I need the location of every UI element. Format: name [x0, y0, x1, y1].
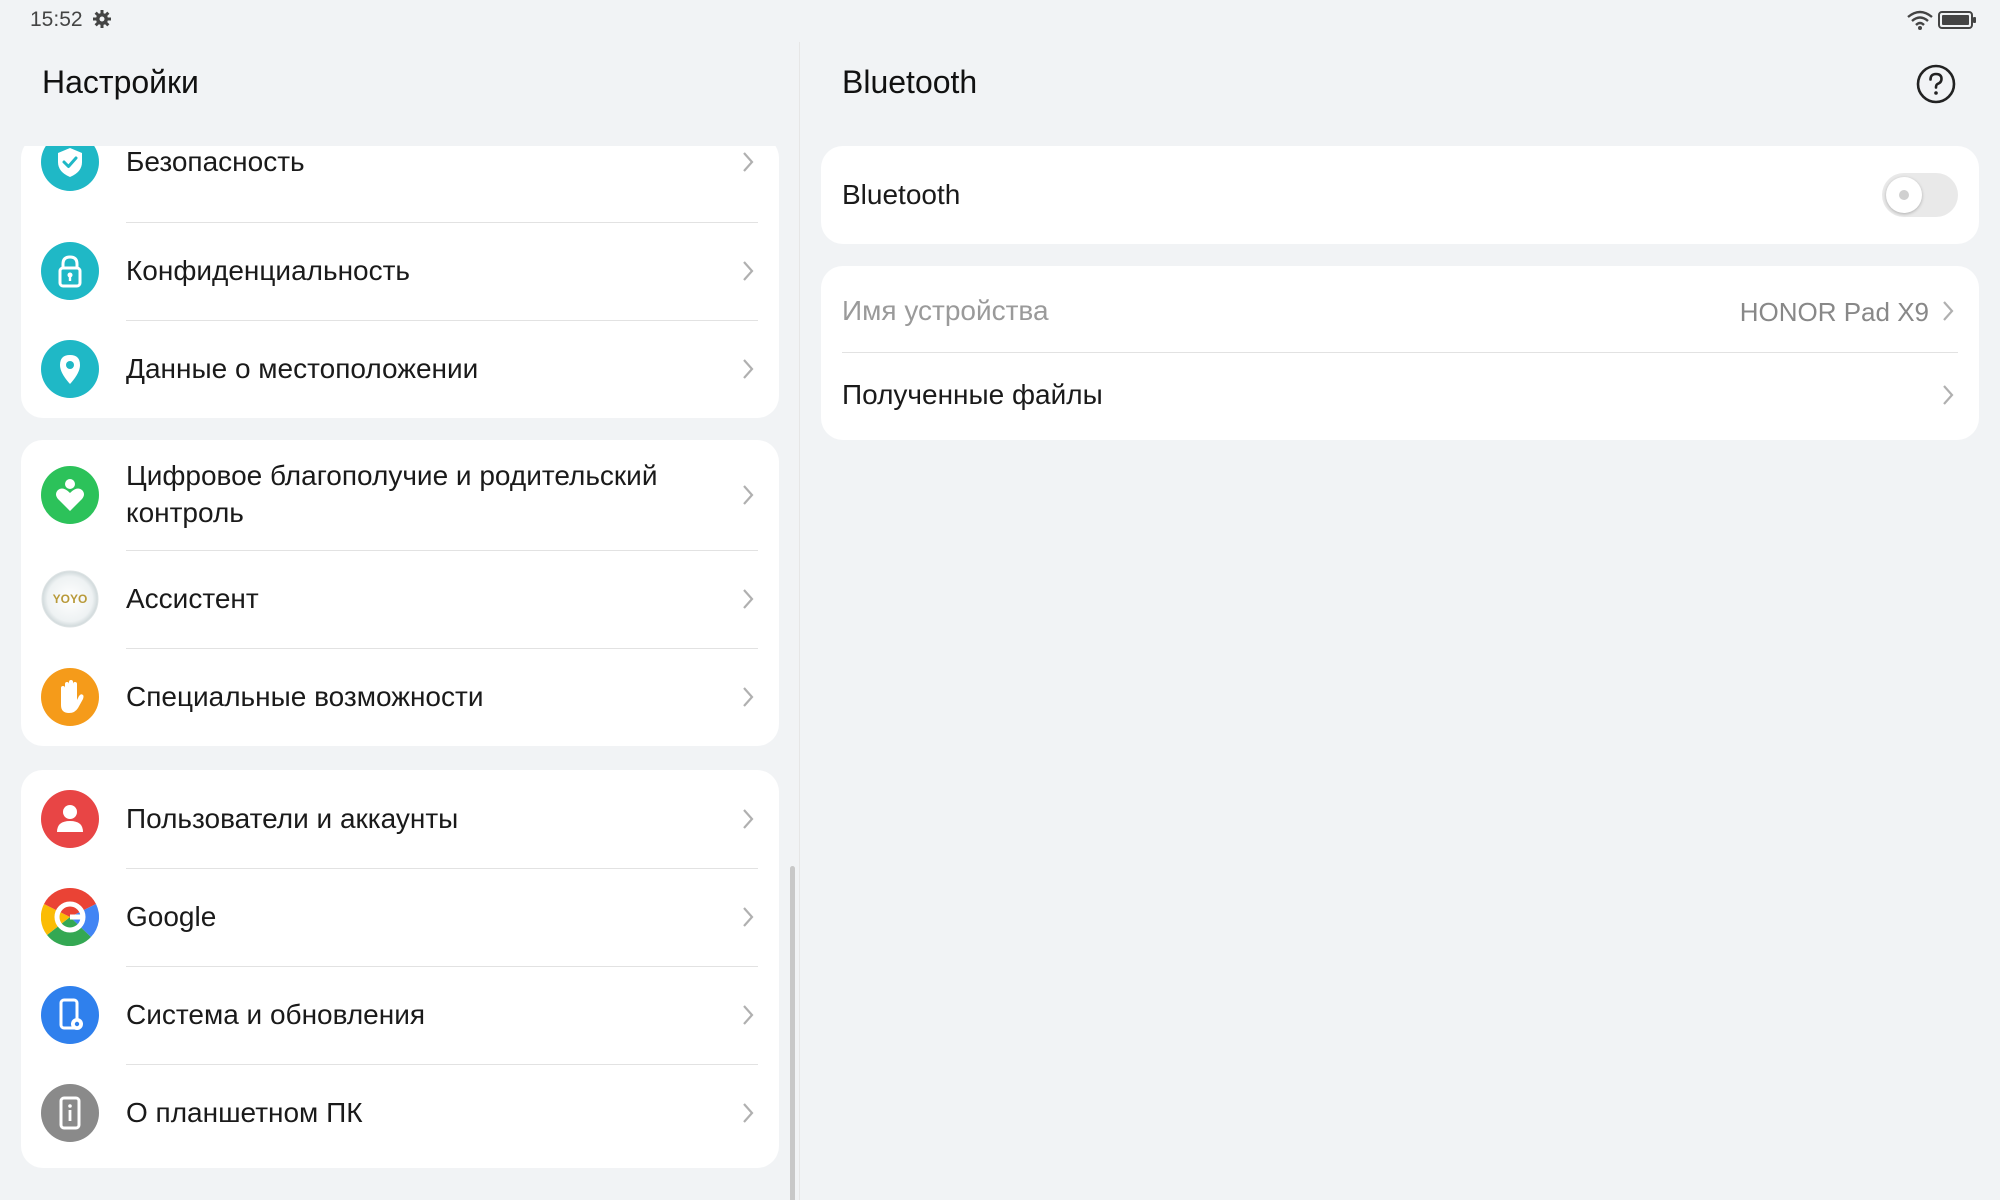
- settings-item-system-updates[interactable]: Система и обновления: [21, 967, 779, 1064]
- chevron-right-icon: [743, 809, 754, 829]
- settings-item-security[interactable]: Безопасность: [21, 146, 779, 222]
- page-title: Настройки: [42, 64, 199, 100]
- gear-icon: [93, 10, 111, 28]
- toggle-knob: [1886, 177, 1922, 213]
- settings-item-accessibility[interactable]: Специальные возможности: [21, 649, 779, 746]
- location-pin-icon: [41, 340, 99, 398]
- bluetooth-toggle-label: Bluetooth: [842, 179, 961, 210]
- device-name-value: HONOR Pad X9: [1739, 297, 1929, 327]
- settings-group-security: Безопасность Конфиденциальность Данные о…: [21, 146, 779, 418]
- settings-item-label: Пользователи и аккаунты: [126, 803, 459, 834]
- chevron-right-icon: [1943, 301, 1954, 321]
- settings-item-label: Безопасность: [126, 146, 305, 177]
- user-icon: [41, 790, 99, 848]
- yoyo-logo-text: YOYO: [53, 592, 88, 606]
- settings-item-label-line2: контроль: [126, 497, 244, 528]
- received-files-label: Полученные файлы: [842, 379, 1103, 410]
- settings-item-label: Система и обновления: [126, 999, 426, 1030]
- status-bar: 15:52: [0, 0, 2000, 42]
- about-tablet-icon: [41, 1084, 99, 1142]
- settings-item-digital-wellbeing[interactable]: Цифровое благополучие и родительский кон…: [21, 440, 779, 550]
- settings-item-assistant[interactable]: YOYO Ассистент: [21, 551, 779, 648]
- google-icon: [41, 888, 99, 946]
- settings-item-location[interactable]: Данные о местоположении: [21, 321, 779, 418]
- privacy-lock-icon: [41, 242, 99, 300]
- yoyo-assistant-icon: YOYO: [41, 570, 99, 628]
- chevron-right-icon: [743, 152, 754, 172]
- toggle-off-indicator: [1899, 190, 1909, 200]
- pane-divider: [799, 42, 800, 1200]
- settings-item-label: Специальные возможности: [126, 681, 484, 712]
- settings-item-google[interactable]: Google: [21, 869, 779, 966]
- settings-item-privacy[interactable]: Конфиденциальность: [21, 223, 779, 320]
- detail-title: Bluetooth: [842, 64, 978, 100]
- chevron-right-icon: [743, 261, 754, 281]
- bluetooth-options-card: Имя устройства HONOR Pad X9 Полученные ф…: [821, 266, 1979, 440]
- settings-item-users-accounts[interactable]: Пользователи и аккаунты: [21, 770, 779, 868]
- settings-scroll-area[interactable]: Безопасность Конфиденциальность Данные о…: [0, 146, 800, 1200]
- chevron-right-icon: [743, 359, 754, 379]
- battery-icon: [1938, 11, 1976, 29]
- status-time: 15:52: [30, 8, 83, 31]
- chevron-right-icon: [743, 485, 754, 505]
- chevron-right-icon: [743, 687, 754, 707]
- shield-icon: [41, 146, 99, 191]
- digital-wellbeing-icon: [41, 466, 99, 524]
- chevron-right-icon: [743, 589, 754, 609]
- bluetooth-toggle-switch[interactable]: [1882, 173, 1958, 217]
- chevron-right-icon: [1943, 385, 1954, 405]
- settings-list-pane: Настройки Безопасность Конфиденциальност…: [0, 42, 800, 1200]
- chevron-right-icon: [743, 907, 754, 927]
- device-name-row[interactable]: Имя устройства HONOR Pad X9: [821, 266, 1979, 352]
- settings-item-label: Google: [126, 901, 217, 932]
- device-name-label: Имя устройства: [842, 295, 1049, 326]
- settings-item-label: Ассистент: [126, 583, 259, 614]
- system-update-icon: [41, 986, 99, 1044]
- settings-item-label: О планшетном ПК: [126, 1097, 363, 1128]
- settings-item-label: Конфиденциальность: [126, 255, 411, 286]
- help-icon[interactable]: [1916, 64, 1956, 104]
- settings-group-wellbeing: Цифровое благополучие и родительский кон…: [21, 440, 779, 746]
- scrollbar[interactable]: [790, 866, 795, 1200]
- settings-item-label: Данные о местоположении: [126, 353, 479, 384]
- settings-item-label: Цифровое благополучие и родительский: [126, 460, 658, 491]
- settings-group-system: Пользователи и аккаунты Google Система и…: [21, 770, 779, 1168]
- hand-icon: [41, 668, 99, 726]
- settings-item-about-tablet[interactable]: О планшетном ПК: [21, 1065, 779, 1168]
- chevron-right-icon: [743, 1005, 754, 1025]
- received-files-row[interactable]: Полученные файлы: [821, 353, 1979, 440]
- bluetooth-toggle-card: Bluetooth: [821, 146, 1979, 244]
- wifi-icon: [1907, 10, 1933, 30]
- chevron-right-icon: [743, 1103, 754, 1123]
